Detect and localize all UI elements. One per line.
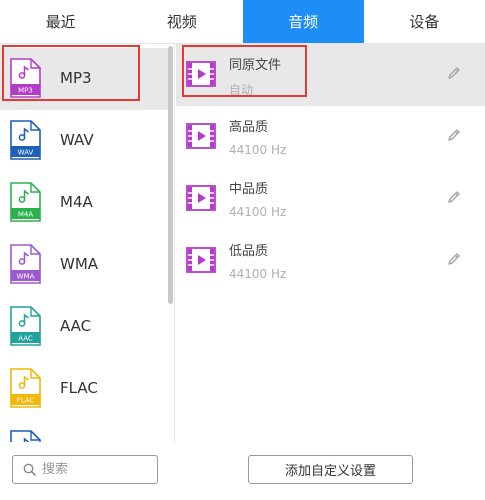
format-item-label: M4A bbox=[60, 193, 93, 211]
format-badge-text: WAV bbox=[18, 149, 34, 157]
preset-name: 同原文件 bbox=[229, 58, 282, 73]
tab-video[interactable]: 视频 bbox=[121, 0, 242, 43]
pencil-edit-icon[interactable] bbox=[446, 251, 462, 267]
add-custom-setting-button[interactable]: 添加自定义设置 bbox=[248, 455, 413, 484]
format-item-wav[interactable]: WAV WAV bbox=[0, 110, 168, 172]
format-item-aac[interactable]: AAC AAC bbox=[0, 296, 168, 358]
tab-audio[interactable]: 音频 bbox=[242, 0, 364, 43]
preset-item[interactable]: 同原文件 自动 bbox=[176, 44, 485, 106]
preset-detail: 自动 bbox=[229, 83, 254, 97]
pencil-edit-icon[interactable] bbox=[446, 189, 462, 205]
video-file-icon bbox=[186, 185, 216, 211]
format-item-label: MP3 bbox=[60, 69, 92, 87]
video-file-icon bbox=[186, 61, 216, 87]
tab-recent[interactable]: 最近 bbox=[0, 0, 121, 43]
format-item-mp3[interactable]: MP3 MP3 bbox=[0, 48, 168, 110]
format-item-ac3[interactable]: AC3 AC3 bbox=[0, 420, 168, 442]
format-badge-text: WMA bbox=[17, 273, 35, 281]
format-item-flac[interactable]: FLAC FLAC bbox=[0, 358, 168, 420]
format-item-label: AAC bbox=[60, 317, 92, 335]
format-badge-text: AAC bbox=[18, 335, 33, 343]
format-item-label: FLAC bbox=[60, 379, 98, 397]
preset-detail: 44100 Hz bbox=[229, 143, 287, 157]
preset-name: 中品质 bbox=[229, 182, 269, 197]
pencil-edit-icon[interactable] bbox=[446, 65, 462, 81]
format-item-label: WMA bbox=[60, 255, 99, 273]
audio-file-icon: AAC bbox=[10, 306, 41, 346]
preset-list: 同原文件自动高品质 44100 Hz 中品质 44100 Hz 低品质 44100 Hz bbox=[176, 44, 485, 442]
preset-item[interactable]: 高品质 44100 Hz bbox=[176, 106, 485, 168]
format-badge-text: FLAC bbox=[17, 397, 35, 405]
format-badge-text: M4A bbox=[18, 211, 33, 219]
format-list: MP3 MP3 WAV WAV M4A M4A WMA WMA AAC AAC FLAC FLAC AC… bbox=[0, 44, 175, 442]
audio-file-icon: WMA bbox=[10, 244, 41, 284]
preset-item[interactable]: 中品质 44100 Hz bbox=[176, 168, 485, 230]
preset-item[interactable]: 低品质 44100 Hz bbox=[176, 230, 485, 292]
format-item-label: AC3 bbox=[60, 441, 90, 442]
audio-file-icon: M4A bbox=[10, 182, 41, 222]
audio-file-icon: MP3 bbox=[10, 58, 41, 98]
format-item-wma[interactable]: WMA WMA bbox=[0, 234, 168, 296]
audio-file-icon: WAV bbox=[10, 120, 41, 160]
video-file-icon bbox=[186, 247, 216, 273]
format-item-label: WAV bbox=[60, 131, 94, 149]
format-list-scrollbar[interactable] bbox=[168, 46, 173, 304]
search-input[interactable] bbox=[42, 462, 142, 477]
preset-detail: 44100 Hz bbox=[229, 205, 287, 219]
preset-name: 低品质 bbox=[229, 244, 269, 259]
audio-file-icon: FLAC bbox=[10, 368, 41, 408]
search-box[interactable] bbox=[12, 455, 158, 484]
category-tabs: 最近 视频 音频 设备 bbox=[0, 0, 485, 44]
audio-file-icon: AC3 bbox=[10, 430, 41, 442]
preset-name: 高品质 bbox=[229, 120, 269, 135]
pencil-edit-icon[interactable] bbox=[446, 127, 462, 143]
tab-device[interactable]: 设备 bbox=[364, 0, 485, 43]
format-badge-text: MP3 bbox=[18, 87, 33, 95]
video-file-icon bbox=[186, 123, 216, 149]
search-icon bbox=[23, 463, 36, 476]
format-item-m4a[interactable]: M4A M4A bbox=[0, 172, 168, 234]
preset-detail: 44100 Hz bbox=[229, 267, 287, 281]
